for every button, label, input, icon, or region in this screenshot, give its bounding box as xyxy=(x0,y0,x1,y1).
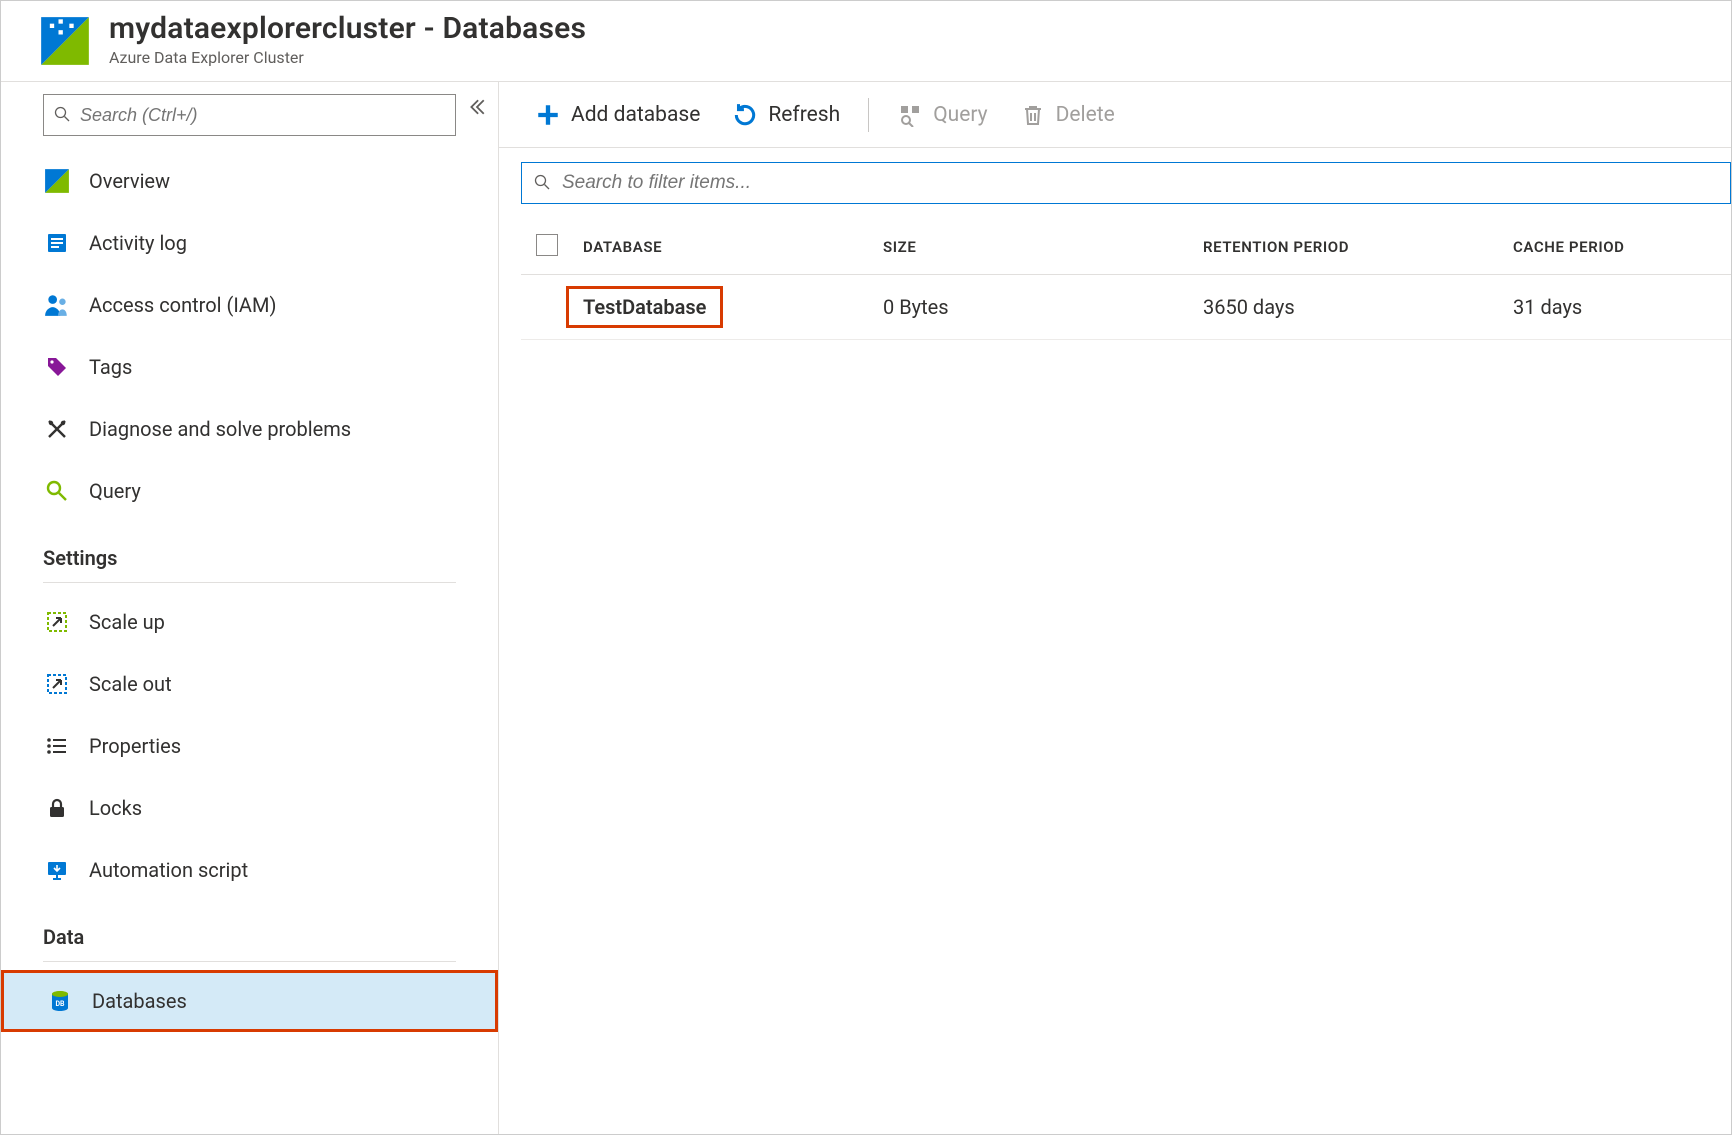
col-size[interactable]: SIZE xyxy=(883,220,1203,275)
sidebar-search[interactable] xyxy=(43,94,456,136)
database-name[interactable]: TestDatabase xyxy=(566,286,723,328)
button-label: Query xyxy=(933,103,987,127)
query-icon xyxy=(43,477,71,505)
sidebar-item-databases[interactable]: DB Databases xyxy=(1,970,498,1032)
sidebar-item-locks[interactable]: Locks xyxy=(1,777,498,839)
refresh-icon xyxy=(732,102,758,128)
people-icon xyxy=(43,291,71,319)
filter-input[interactable] xyxy=(562,172,1718,194)
sidebar-nav[interactable]: Overview Activity log Access control (IA… xyxy=(1,150,498,1134)
overview-icon xyxy=(43,167,71,195)
sidebar-section-settings: Settings xyxy=(1,522,498,576)
button-label: Delete xyxy=(1056,103,1115,127)
refresh-button[interactable]: Refresh xyxy=(718,94,854,136)
sidebar-item-label: Tags xyxy=(89,355,132,379)
sidebar-item-label: Locks xyxy=(89,796,142,820)
sidebar-item-activity-log[interactable]: Activity log xyxy=(1,212,498,274)
database-size: 0 Bytes xyxy=(883,275,1203,340)
sidebar-section-data: Data xyxy=(1,901,498,955)
table-row[interactable]: TestDatabase 0 Bytes 3650 days 31 days xyxy=(521,275,1731,340)
main-content: Add database Refresh Query xyxy=(499,82,1731,1134)
database-retention: 3650 days xyxy=(1203,275,1513,340)
sidebar-item-scale-out[interactable]: Scale out xyxy=(1,653,498,715)
sidebar-item-query[interactable]: Query xyxy=(1,460,498,522)
sidebar-item-label: Databases xyxy=(92,989,187,1013)
query-icon xyxy=(897,102,923,128)
tag-icon xyxy=(43,353,71,381)
svg-text:DB: DB xyxy=(55,1000,65,1008)
sidebar-item-tags[interactable]: Tags xyxy=(1,336,498,398)
search-icon xyxy=(534,174,552,192)
col-cache[interactable]: CACHE PERIOD xyxy=(1513,220,1731,275)
properties-icon xyxy=(43,732,71,760)
sidebar-item-label: Activity log xyxy=(89,231,187,255)
tools-icon xyxy=(43,415,71,443)
sidebar-item-label: Query xyxy=(89,479,141,503)
page-subtitle: Azure Data Explorer Cluster xyxy=(109,48,586,67)
toolbar: Add database Refresh Query xyxy=(499,82,1731,148)
sidebar-item-overview[interactable]: Overview xyxy=(1,150,498,212)
lock-icon xyxy=(43,794,71,822)
table-header-row: DATABASE SIZE RETENTION PERIOD CACHE PER… xyxy=(521,220,1731,275)
button-label: Add database xyxy=(571,103,700,127)
sidebar-item-access-control[interactable]: Access control (IAM) xyxy=(1,274,498,336)
collapse-sidebar-button[interactable] xyxy=(466,96,488,118)
scale-up-icon xyxy=(43,608,71,636)
sidebar: Overview Activity log Access control (IA… xyxy=(1,82,499,1134)
log-icon xyxy=(43,229,71,257)
toolbar-separator xyxy=(868,98,869,132)
page-header: mydataexplorercluster - Databases Azure … xyxy=(1,1,1731,82)
sidebar-item-scale-up[interactable]: Scale up xyxy=(1,591,498,653)
delete-button: Delete xyxy=(1006,94,1129,136)
divider xyxy=(43,582,456,583)
sidebar-item-diagnose[interactable]: Diagnose and solve problems xyxy=(1,398,498,460)
database-cache: 31 days xyxy=(1513,275,1731,340)
databases-table: DATABASE SIZE RETENTION PERIOD CACHE PER… xyxy=(521,220,1731,340)
search-icon xyxy=(54,106,72,124)
sidebar-item-label: Overview xyxy=(89,169,170,193)
sidebar-item-label: Scale up xyxy=(89,610,165,634)
trash-icon xyxy=(1020,102,1046,128)
col-database[interactable]: DATABASE xyxy=(583,220,883,275)
sidebar-item-label: Automation script xyxy=(89,858,248,882)
sidebar-item-label: Diagnose and solve problems xyxy=(89,417,351,441)
divider xyxy=(43,961,456,962)
button-label: Refresh xyxy=(768,103,840,127)
sidebar-search-input[interactable] xyxy=(80,105,445,126)
select-all-checkbox[interactable] xyxy=(536,234,558,256)
query-button: Query xyxy=(883,94,1001,136)
sidebar-item-label: Access control (IAM) xyxy=(89,293,276,317)
script-icon xyxy=(43,856,71,884)
plus-icon xyxy=(535,102,561,128)
database-icon: DB xyxy=(46,987,74,1015)
page-title: mydataexplorercluster - Databases xyxy=(109,11,586,46)
sidebar-item-properties[interactable]: Properties xyxy=(1,715,498,777)
scale-out-icon xyxy=(43,670,71,698)
add-database-button[interactable]: Add database xyxy=(521,94,714,136)
sidebar-item-label: Properties xyxy=(89,734,181,758)
sidebar-item-label: Scale out xyxy=(89,672,172,696)
col-retention[interactable]: RETENTION PERIOD xyxy=(1203,220,1513,275)
sidebar-item-automation-script[interactable]: Automation script xyxy=(1,839,498,901)
resource-icon xyxy=(39,15,91,67)
filter-search[interactable] xyxy=(521,162,1731,204)
